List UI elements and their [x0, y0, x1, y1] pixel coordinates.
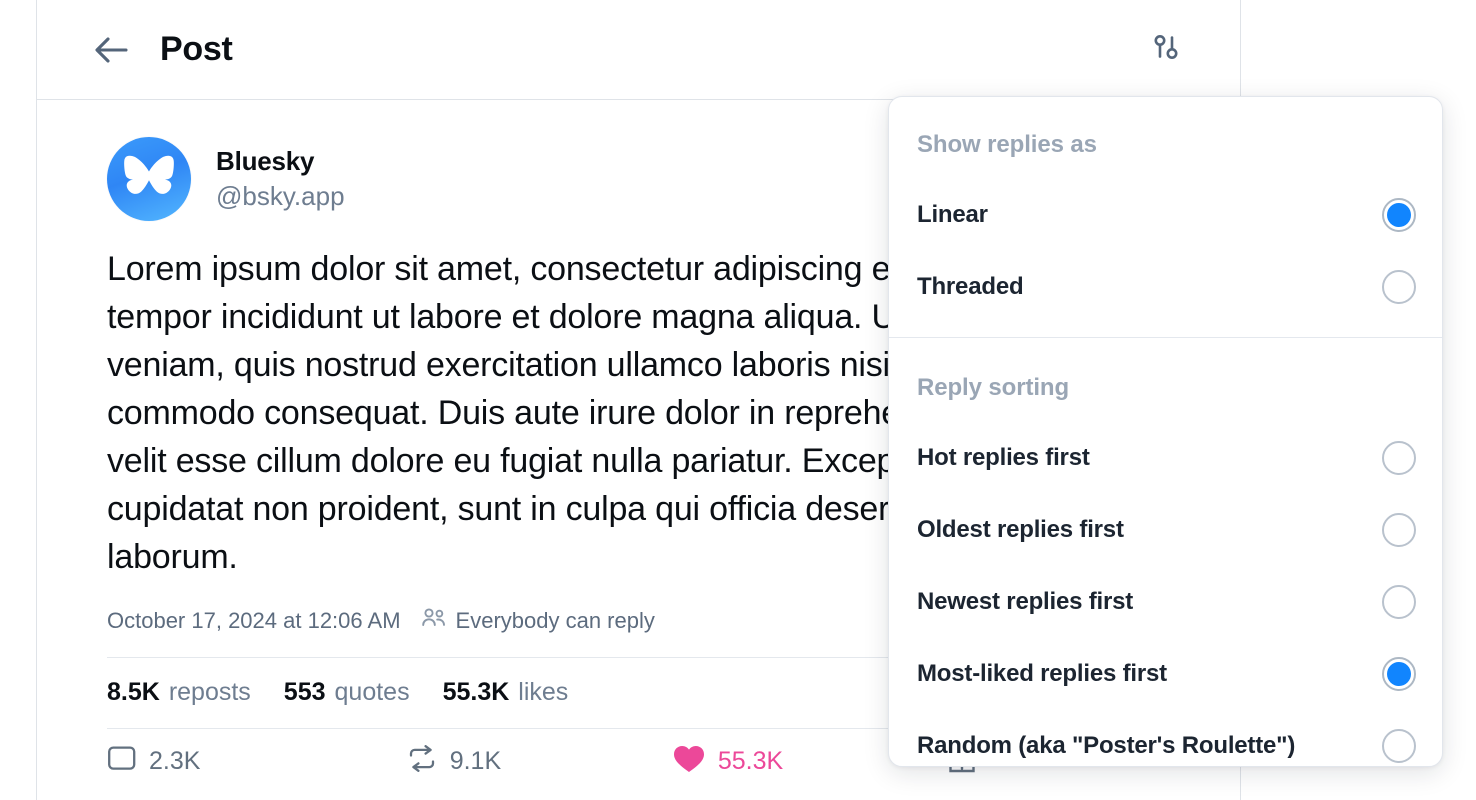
radio-linear[interactable]	[1382, 198, 1416, 232]
menu-item-oldest-replies-first[interactable]: Oldest replies first	[889, 494, 1442, 566]
post-detail-screen: Post Bluesky @bsky.app Lorem ipsum dolor…	[0, 0, 1476, 800]
menu-item-most-liked-replies-first[interactable]: Most-liked replies first	[889, 638, 1442, 710]
menu-item-hot-replies-first-label: Hot replies first	[917, 444, 1090, 471]
stat-likes-count: 55.3K	[442, 678, 510, 706]
repost-count: 9.1K	[449, 747, 502, 775]
menu-item-newest-replies-first[interactable]: Newest replies first	[889, 566, 1442, 638]
page-title: Post	[160, 30, 233, 68]
author-meta: Bluesky @bsky.app	[216, 145, 345, 211]
bluesky-butterfly-icon	[123, 154, 175, 205]
page-header: Post	[37, 0, 1240, 100]
menu-item-hot-replies-first[interactable]: Hot replies first	[889, 422, 1442, 494]
arrow-left-icon	[92, 35, 130, 65]
stat-quotes-label: quotes	[334, 678, 410, 706]
menu-item-threaded[interactable]: Threaded	[889, 251, 1442, 323]
stat-likes[interactable]: 55.3K likes	[443, 678, 569, 707]
heart-icon	[672, 744, 706, 779]
stat-quotes-count: 553	[283, 678, 326, 706]
stat-likes-label: likes	[518, 678, 569, 706]
stat-reposts-count: 8.5K	[107, 678, 160, 706]
radio-random[interactable]	[1382, 729, 1416, 763]
reply-count: 2.3K	[149, 747, 201, 775]
reply-icon	[107, 745, 137, 778]
back-button[interactable]	[85, 24, 137, 76]
author-name: Bluesky	[216, 145, 315, 176]
stat-quotes[interactable]: 553 quotes	[284, 678, 410, 707]
repost-button[interactable]: 9.1K	[406, 745, 501, 778]
menu-item-linear[interactable]: Linear	[889, 179, 1442, 251]
people-icon	[421, 607, 447, 635]
menu-item-linear-label: Linear	[917, 201, 988, 228]
menu-item-newest-replies-first-label: Newest replies first	[917, 588, 1134, 615]
radio-hot-replies-first[interactable]	[1382, 441, 1416, 475]
reply-sorting-heading: Reply sorting	[917, 374, 1070, 401]
sliders-icon	[1149, 30, 1183, 69]
radio-oldest-replies-first[interactable]	[1382, 513, 1416, 547]
author-handle: @bsky.app	[216, 181, 345, 211]
radio-newest-replies-first[interactable]	[1382, 585, 1416, 619]
like-count: 55.3K	[717, 747, 784, 775]
radio-most-liked-replies-first[interactable]	[1382, 657, 1416, 691]
reply-permission-label: Everybody can reply	[455, 608, 655, 633]
post-timestamp: October 17, 2024 at 12:06 AM	[107, 608, 401, 633]
stat-reposts-label: reposts	[168, 678, 251, 706]
reply-button[interactable]: 2.3K	[107, 745, 200, 778]
thread-preferences-button[interactable]	[1140, 24, 1192, 76]
like-button[interactable]: 55.3K	[672, 744, 783, 779]
thread-preferences-menu: Show replies as Linear Threaded Reply so…	[888, 96, 1443, 767]
stat-reposts[interactable]: 8.5K reposts	[107, 678, 251, 707]
reply-permission[interactable]: Everybody can reply	[421, 607, 655, 635]
show-replies-as-heading: Show replies as	[917, 131, 1097, 158]
repost-icon	[406, 745, 438, 778]
reply-sorting-section: Reply sorting Hot replies first Oldest r…	[889, 338, 1442, 766]
menu-item-oldest-replies-first-label: Oldest replies first	[917, 516, 1124, 543]
menu-item-random-label: Random (aka "Poster's Roulette")	[917, 732, 1296, 759]
avatar[interactable]	[107, 137, 191, 221]
radio-threaded[interactable]	[1382, 270, 1416, 304]
menu-item-threaded-label: Threaded	[917, 273, 1024, 300]
menu-item-random[interactable]: Random (aka "Poster's Roulette")	[889, 710, 1442, 766]
menu-item-most-liked-replies-first-label: Most-liked replies first	[917, 660, 1167, 687]
